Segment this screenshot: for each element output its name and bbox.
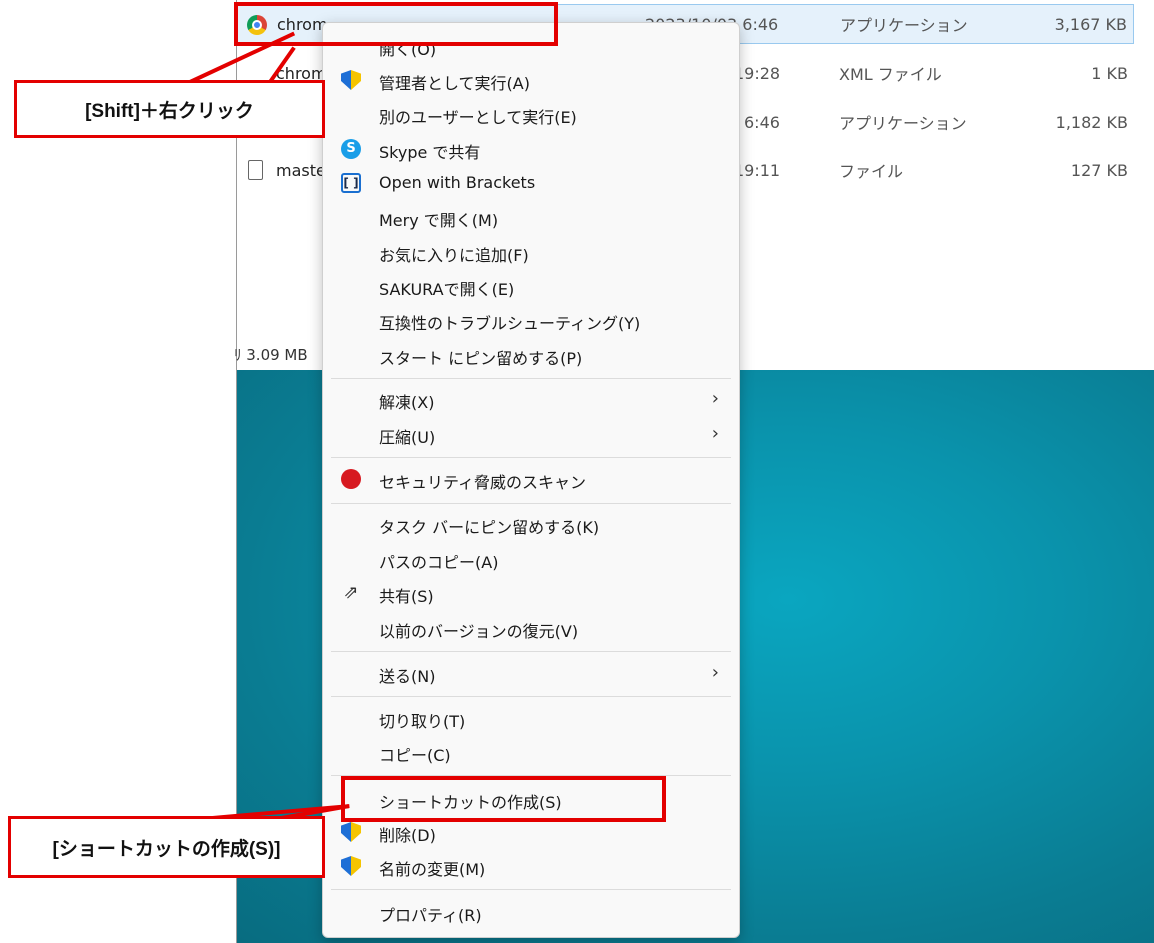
menu-item-run-as-other-user[interactable]: 別のユーザーとして実行(E) <box>323 97 739 131</box>
menu-item-run-as-admin[interactable]: 管理者として実行(A) <box>323 63 739 97</box>
file-size: 1 KB <box>1091 63 1128 83</box>
menu-item-open-mery[interactable]: Mery で開く(M) <box>323 200 739 234</box>
menu-item-copy-path[interactable]: パスのコピー(A) <box>323 542 739 576</box>
file-icon <box>248 160 263 180</box>
callout-create-shortcut: [ショートカットの作成(S)] <box>8 816 325 878</box>
file-type: アプリケーション <box>839 114 967 133</box>
menu-item-rename[interactable]: 名前の変更(M) <box>323 849 739 883</box>
chevron-right-icon: › <box>711 388 719 409</box>
menu-item-add-favorites[interactable]: お気に入りに追加(F) <box>323 235 739 269</box>
menu-item-troubleshoot-compat[interactable]: 互換性のトラブルシューティング(Y) <box>323 303 739 337</box>
file-type: アプリケーション <box>840 16 968 35</box>
file-type: ファイル <box>839 162 904 181</box>
file-type: XML ファイル <box>839 65 942 84</box>
trend-micro-icon <box>341 469 361 489</box>
file-size: 127 KB <box>1070 160 1128 180</box>
menu-item-skype-share[interactable]: S Skype で共有 <box>323 132 739 166</box>
share-icon: ⇗ <box>343 582 359 603</box>
menu-separator <box>331 378 731 379</box>
menu-item-open-with-brackets[interactable]: [ ] Open with Brackets <box>323 166 739 200</box>
menu-item-extract[interactable]: 解凍(X) › <box>323 382 739 416</box>
file-size: 1,182 KB <box>1055 112 1128 132</box>
menu-separator <box>331 503 731 504</box>
file-name: maste <box>276 160 326 180</box>
file-size: 3,167 KB <box>1054 14 1127 34</box>
menu-separator <box>331 651 731 652</box>
shield-icon <box>341 822 361 842</box>
chevron-right-icon: › <box>711 662 719 683</box>
callout-shift-right-click: [Shift]＋右クリック <box>14 80 325 138</box>
menu-item-compress[interactable]: 圧縮(U) › <box>323 417 739 451</box>
menu-separator <box>331 696 731 697</box>
menu-item-send-to[interactable]: 送る(N) › <box>323 656 739 690</box>
skype-icon: S <box>341 139 361 159</box>
highlight-create-shortcut <box>341 776 666 822</box>
menu-item-open-sakura[interactable]: SAKURAで開く(E) <box>323 269 739 303</box>
shield-icon <box>341 70 361 90</box>
status-bar-size: ﾘ 3.09 MB <box>234 346 308 364</box>
menu-item-restore-previous[interactable]: 以前のバージョンの復元(V) <box>323 611 739 645</box>
menu-item-pin-taskbar[interactable]: タスク バーにピン留めする(K) <box>323 507 739 541</box>
menu-item-copy[interactable]: コピー(C) <box>323 735 739 769</box>
file-date: 19:28 <box>734 63 781 83</box>
menu-separator <box>331 457 731 458</box>
file-date: 19:11 <box>734 160 781 180</box>
menu-item-share[interactable]: ⇗ 共有(S) <box>323 576 739 610</box>
chevron-right-icon: › <box>711 423 719 444</box>
menu-item-properties[interactable]: プロパティ(R) <box>323 895 739 929</box>
menu-item-cut[interactable]: 切り取り(T) <box>323 701 739 735</box>
file-date: 6:46 <box>744 112 780 132</box>
menu-separator <box>331 889 731 890</box>
menu-item-security-scan[interactable]: セキュリティ脅威のスキャン <box>323 462 739 496</box>
menu-item-pin-to-start[interactable]: スタート にピン留めする(P) <box>323 338 739 372</box>
brackets-icon: [ ] <box>341 173 361 193</box>
shield-icon <box>341 856 361 876</box>
